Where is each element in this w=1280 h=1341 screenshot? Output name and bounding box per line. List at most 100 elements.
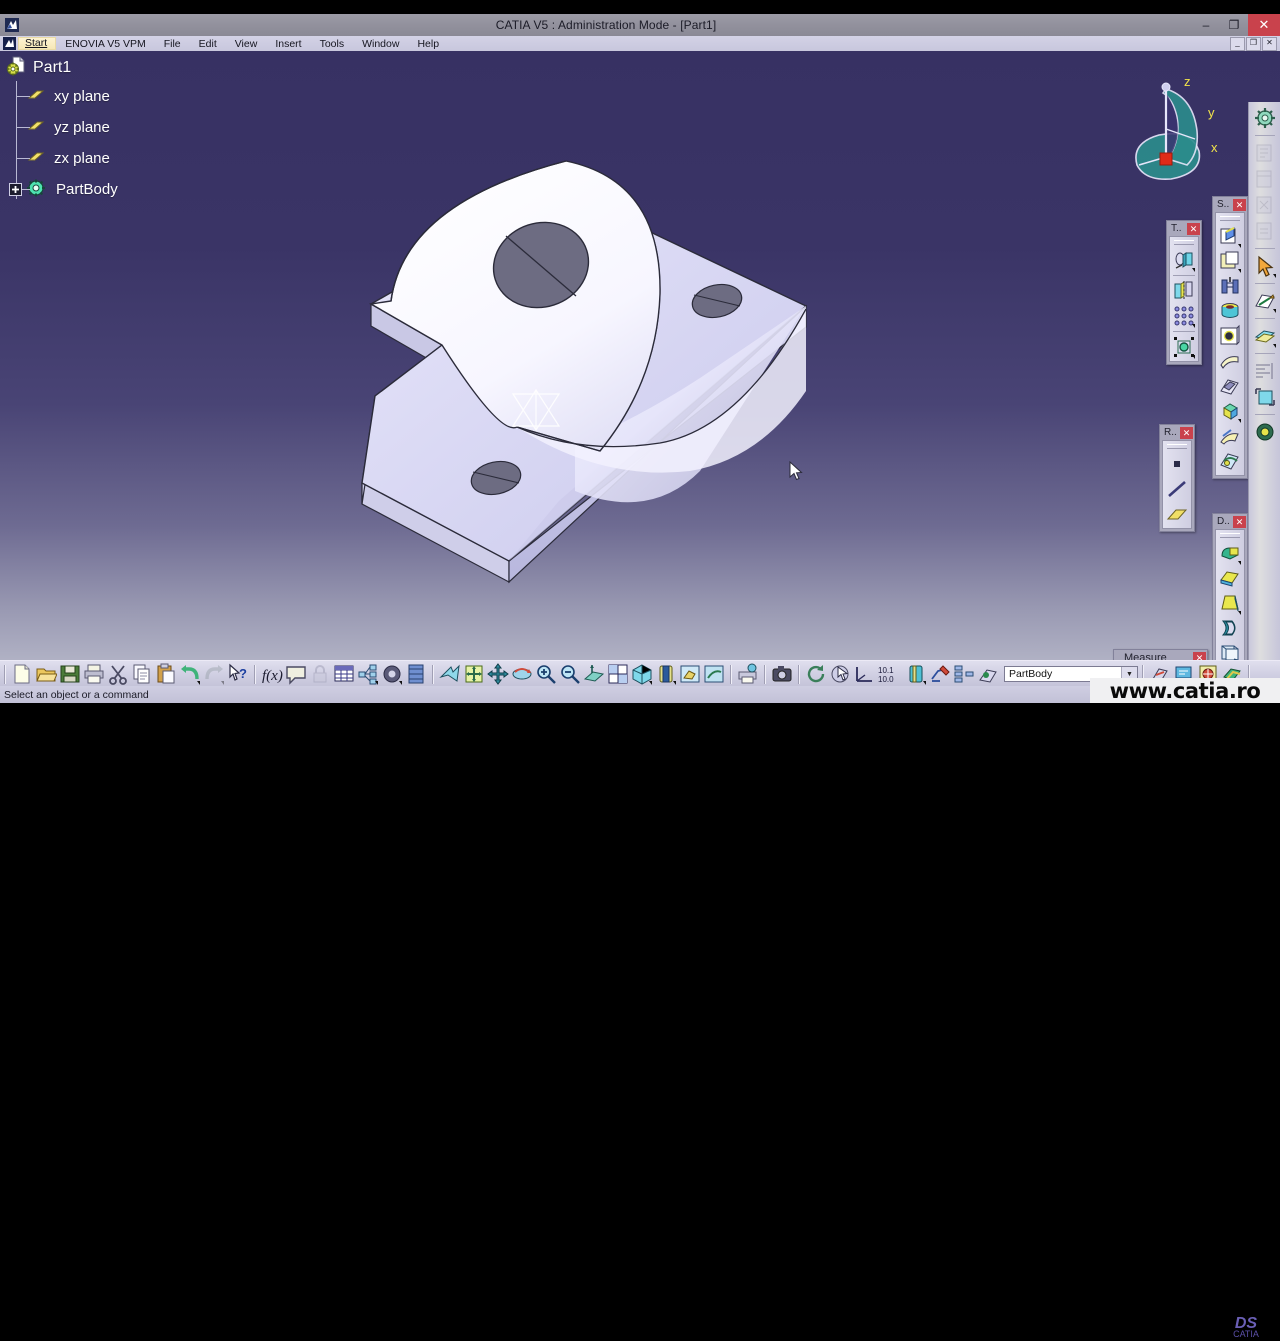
sketch-based-features-toolbar-close[interactable]: ✕: [1233, 198, 1246, 211]
menu-item-start[interactable]: Start: [18, 37, 57, 50]
print-icon[interactable]: [83, 663, 105, 685]
transformations-toolbar-header[interactable]: T.. ✕: [1167, 221, 1201, 236]
view-and-select-toolbar[interactable]: [1248, 102, 1280, 660]
tree-node-partbody[interactable]: PartBody: [4, 174, 118, 205]
groove-icon[interactable]: [1218, 299, 1242, 323]
menu-item-window[interactable]: Window: [353, 36, 408, 51]
tree-node-yz-plane[interactable]: yz plane: [4, 112, 118, 143]
tree-node-zx-plane[interactable]: zx plane: [4, 143, 118, 174]
slot-icon[interactable]: [1218, 374, 1242, 398]
rectangular-pattern-icon[interactable]: [1172, 304, 1196, 328]
menu-item-view[interactable]: View: [226, 36, 267, 51]
toolbar-grip[interactable]: [1174, 240, 1194, 245]
paste-icon[interactable]: [155, 663, 177, 685]
capture-icon[interactable]: [771, 663, 793, 685]
fly-mode-icon[interactable]: [439, 663, 461, 685]
multi-sections-solid-icon[interactable]: [1218, 399, 1242, 423]
open-icon[interactable]: [35, 663, 58, 685]
undo-icon[interactable]: [179, 663, 201, 685]
sketch-based-features-toolbar[interactable]: S.. ✕: [1212, 196, 1248, 479]
gear-icon[interactable]: [1253, 106, 1277, 130]
copy-icon[interactable]: [131, 663, 153, 685]
point-icon[interactable]: [1165, 452, 1189, 476]
scaling-icon[interactable]: [1172, 335, 1196, 359]
mdi-close-button[interactable]: ✕: [1262, 36, 1277, 51]
normal-view-icon[interactable]: [583, 663, 605, 685]
plus-expander-icon[interactable]: [9, 183, 22, 196]
measure-toolbar-close[interactable]: ✕: [1193, 651, 1206, 660]
shaft-icon[interactable]: [1218, 274, 1242, 298]
quick-print-icon[interactable]: [737, 663, 759, 685]
zoom-out-icon[interactable]: [559, 663, 581, 685]
swap-visible-space-icon[interactable]: [703, 663, 725, 685]
knowledge-icon[interactable]: [1253, 420, 1277, 444]
window-restore-button[interactable]: ❐: [1220, 14, 1248, 36]
pad-icon[interactable]: [1218, 224, 1242, 248]
render-style-icon[interactable]: [655, 663, 677, 685]
line-icon[interactable]: [1165, 477, 1189, 501]
hide-show-icon[interactable]: [679, 663, 701, 685]
menu-item-insert[interactable]: Insert: [266, 36, 310, 51]
isometric-view-icon[interactable]: [631, 663, 653, 685]
apply-material-icon[interactable]: [929, 663, 951, 685]
sketcher-icon[interactable]: [1253, 289, 1277, 313]
workbench-icon[interactable]: [1253, 385, 1277, 409]
catalog-icon[interactable]: [405, 663, 427, 685]
plane-icon[interactable]: [1165, 502, 1189, 526]
bearing-block-3d-model[interactable]: [0, 51, 1280, 660]
menu-item-tools[interactable]: Tools: [311, 36, 354, 51]
measure-toolbar-header[interactable]: Measure ✕: [1114, 650, 1207, 660]
touch-icon[interactable]: [829, 663, 851, 685]
new-icon[interactable]: [11, 663, 33, 685]
chamfer-icon[interactable]: [1218, 566, 1242, 590]
menu-item-edit[interactable]: Edit: [190, 36, 226, 51]
zoom-in-icon[interactable]: [535, 663, 557, 685]
tree-node-xy-plane[interactable]: xy plane: [4, 81, 118, 112]
toolbar-grip[interactable]: [1220, 216, 1240, 221]
reference-elements-toolbar-close[interactable]: ✕: [1180, 426, 1193, 439]
multi-view-icon[interactable]: [607, 663, 629, 685]
dress-up-features-toolbar-close[interactable]: ✕: [1233, 515, 1246, 528]
toolbar-grip[interactable]: [1220, 533, 1240, 538]
transformations-toolbar-close[interactable]: ✕: [1187, 222, 1200, 235]
shell-icon[interactable]: [1218, 616, 1242, 640]
dress-up-features-toolbar[interactable]: D.. ✕: [1212, 513, 1248, 660]
save-icon[interactable]: [59, 663, 81, 685]
solid-combine-icon[interactable]: [1218, 449, 1242, 473]
rotate-icon[interactable]: [511, 663, 533, 685]
menu-item-help[interactable]: Help: [408, 36, 448, 51]
thickness-icon[interactable]: [1218, 641, 1242, 660]
window-close-button[interactable]: ✕: [1248, 14, 1280, 36]
analysis-icon[interactable]: [1253, 359, 1277, 383]
reference-elements-toolbar[interactable]: R.. ✕: [1159, 424, 1195, 532]
menu-item-file[interactable]: File: [155, 36, 190, 51]
dress-up-features-toolbar-header[interactable]: D.. ✕: [1213, 514, 1247, 529]
specification-tree[interactable]: Part1 xy plane yz plane zx plane PartBod…: [4, 55, 118, 205]
draft-icon[interactable]: [1218, 591, 1242, 615]
tree-node-part1[interactable]: Part1: [4, 55, 118, 81]
pan-icon[interactable]: [487, 663, 509, 685]
comment-icon[interactable]: [285, 663, 307, 685]
window-minimize-button[interactable]: –: [1192, 14, 1220, 36]
paint-icon[interactable]: [977, 663, 999, 685]
fit-all-in-icon[interactable]: [463, 663, 485, 685]
knowledge-inspector-icon[interactable]: [357, 663, 379, 685]
stiffener-icon[interactable]: [1218, 424, 1242, 448]
update-icon[interactable]: [805, 663, 827, 685]
rib-icon[interactable]: [1218, 349, 1242, 373]
design-table-icon[interactable]: [333, 663, 355, 685]
mirror-icon[interactable]: [1172, 279, 1196, 303]
reference-elements-toolbar-header[interactable]: R.. ✕: [1160, 425, 1194, 440]
fillet-icon[interactable]: [1218, 541, 1242, 565]
axis-icon[interactable]: [853, 663, 875, 685]
hole-icon[interactable]: [1218, 324, 1242, 348]
cut-icon[interactable]: [107, 663, 129, 685]
3d-viewport[interactable]: Part1 xy plane yz plane zx plane PartBod…: [0, 51, 1280, 660]
compass-axis-indicator[interactable]: z y x: [1125, 69, 1235, 184]
translate-icon[interactable]: [1172, 248, 1196, 272]
menu-item-enovia[interactable]: ENOVIA V5 VPM: [56, 36, 155, 51]
catalog-browser-icon[interactable]: [953, 663, 975, 685]
pocket-icon[interactable]: [1218, 249, 1242, 273]
whats-this-icon[interactable]: ?: [227, 663, 249, 685]
axis-system-triad[interactable]: [505, 384, 567, 440]
